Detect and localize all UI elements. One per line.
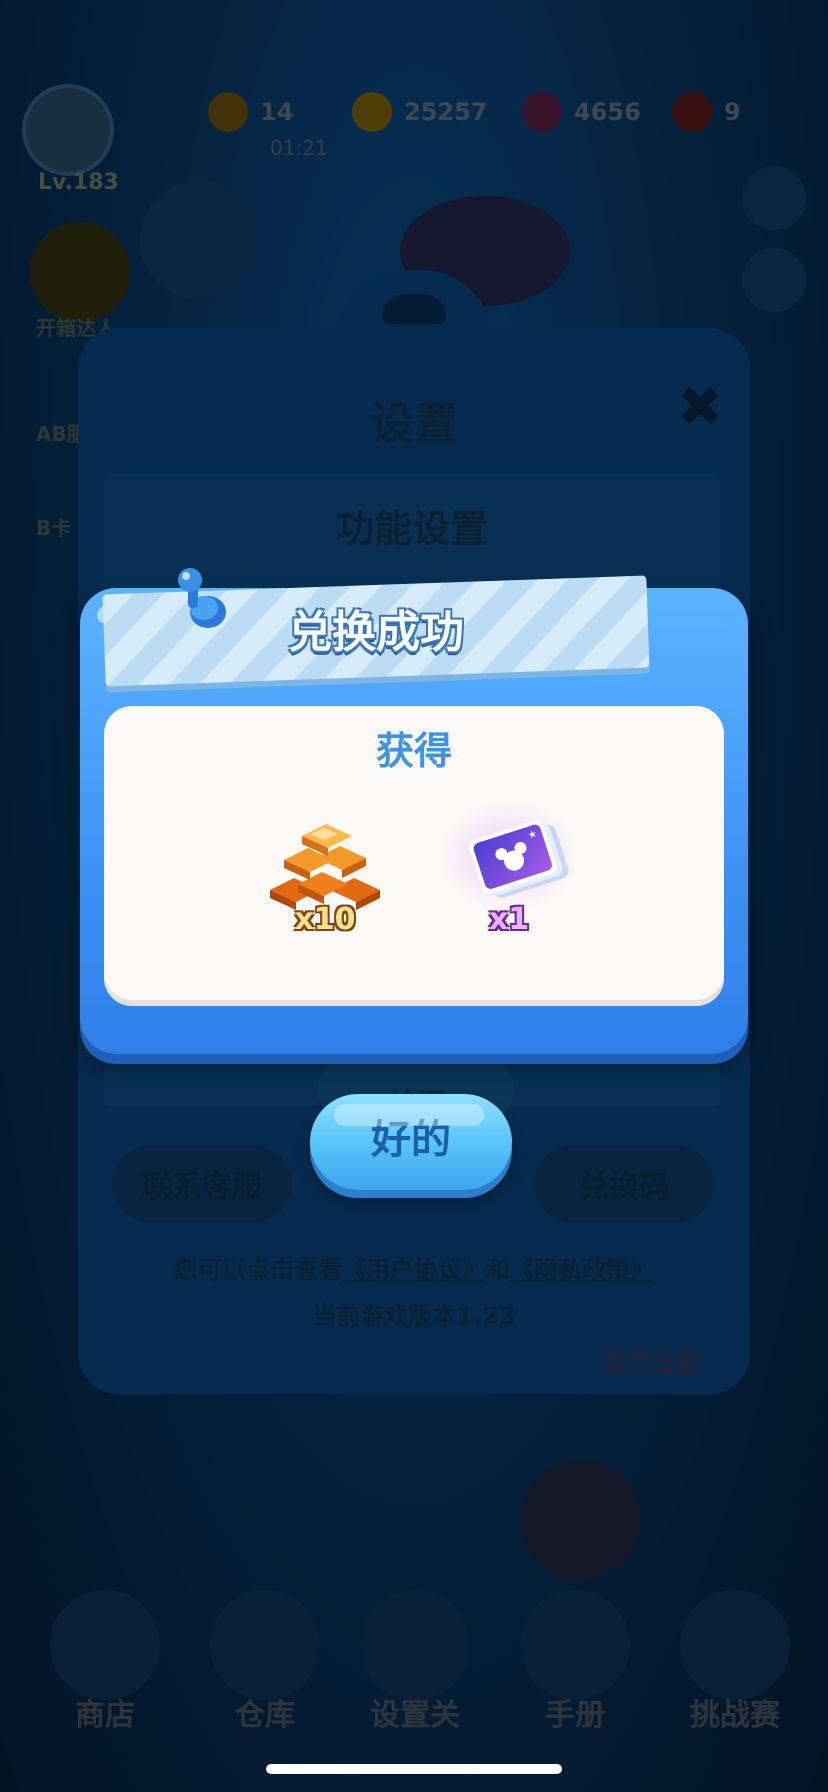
reward-box: 获得 x10 ★ x1 — [104, 706, 724, 1006]
reward-item-gold-bars[interactable]: x10 — [250, 798, 400, 948]
purple-card-pack-icon: ★ — [437, 800, 581, 912]
ok-button[interactable]: 好的 — [310, 1094, 512, 1190]
gold-bars-quantity: x10 — [294, 902, 356, 937]
gold-bars-icon — [270, 824, 380, 910]
home-indicator[interactable] — [266, 1764, 562, 1774]
reward-item-card-pack[interactable]: ★ x1 — [434, 798, 584, 948]
card-pack-quantity: x1 — [488, 902, 530, 937]
reward-heading: 获得 — [375, 729, 452, 773]
pushpin-icon — [178, 568, 226, 628]
